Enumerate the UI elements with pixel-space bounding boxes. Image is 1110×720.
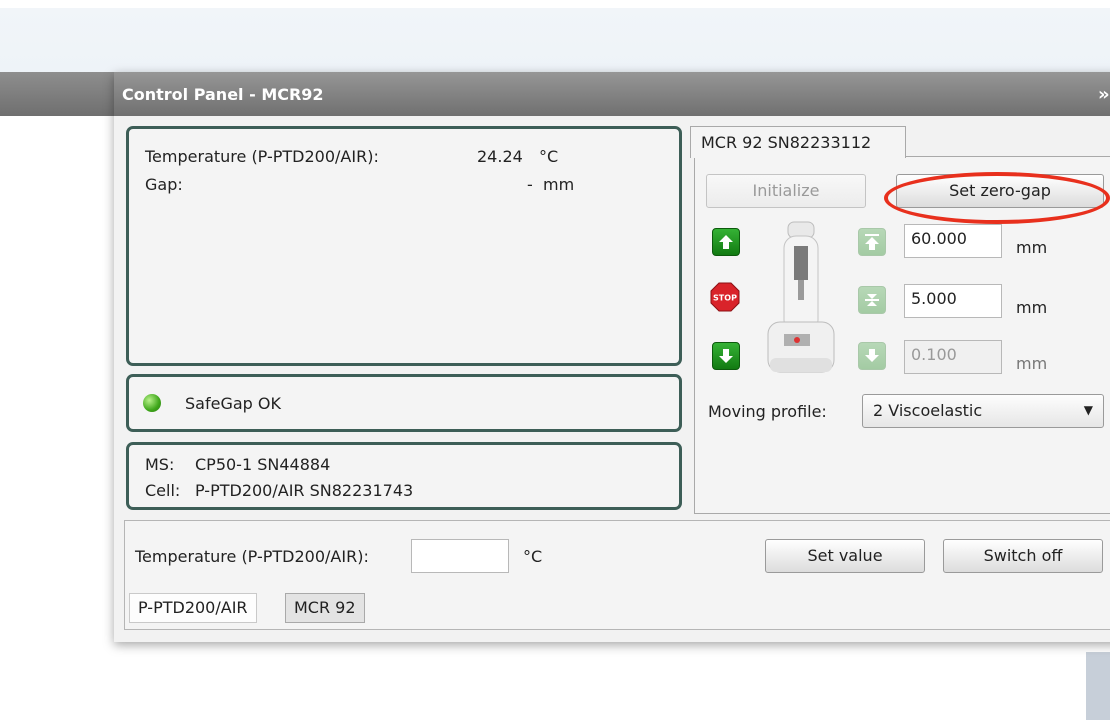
move-to-top-button[interactable] [858, 228, 886, 256]
background-scroll-edge [1086, 652, 1110, 720]
svg-text:STOP: STOP [713, 294, 737, 303]
top-position-unit: mm [1016, 238, 1048, 257]
measuring-system-panel: MS: CP50-1 SN44884 Cell: P-PTD200/AIR SN… [126, 442, 682, 510]
tab-mcr-92[interactable]: MCR 92 [285, 593, 365, 623]
rheometer-device-illustration [767, 221, 835, 373]
safegap-panel: SafeGap OK [126, 374, 682, 432]
moving-profile-select[interactable]: 2 Viscoelastic ▼ [862, 394, 1104, 428]
window-title: Control Panel - MCR92 [122, 85, 324, 104]
stop-icon: STOP [710, 282, 740, 312]
gap-label: Gap: [145, 175, 183, 194]
measuring-gap-input[interactable]: 5.000 [904, 284, 1002, 318]
moving-profile-value: 2 Viscoelastic [873, 401, 983, 420]
background-header-band [0, 8, 1110, 72]
cell-label: Cell: [145, 481, 181, 500]
step-distance-unit: mm [1016, 354, 1048, 373]
gap-value: - [527, 175, 533, 194]
temperature-setpoint-unit: °C [523, 547, 543, 566]
bottom-temperature-label: Temperature (P-PTD200/AIR): [135, 547, 369, 566]
expand-chevron-icon[interactable]: » [1098, 84, 1110, 105]
tab-p-ptd200-air[interactable]: P-PTD200/AIR [129, 593, 257, 623]
temperature-value: 24.24 [477, 147, 523, 166]
temperature-setpoint-input[interactable] [411, 539, 509, 573]
move-to-measuring-gap-icon [865, 294, 879, 306]
moving-profile-label: Moving profile: [708, 402, 827, 421]
initialize-button[interactable]: Initialize [706, 174, 866, 208]
set-value-button[interactable]: Set value [765, 539, 925, 573]
background-window-strip [0, 72, 116, 116]
ms-label: MS: [145, 455, 175, 474]
step-distance-input: 0.100 [904, 340, 1002, 374]
safegap-status-led-icon [143, 394, 161, 412]
move-up-button[interactable] [712, 228, 740, 256]
measuring-gap-unit: mm [1016, 298, 1048, 317]
move-to-measuring-gap-button[interactable] [858, 286, 886, 314]
arrow-down-icon [719, 349, 733, 363]
window-titlebar[interactable]: Control Panel - MCR92 » [114, 72, 1110, 116]
chevron-down-icon: ▼ [1083, 403, 1093, 417]
tab-device-label: MCR 92 SN82233112 [701, 133, 872, 152]
cell-value: P-PTD200/AIR SN82231743 [195, 481, 414, 500]
move-down-button[interactable] [712, 342, 740, 370]
top-position-input[interactable]: 60.000 [904, 224, 1002, 258]
control-panel-window: Control Panel - MCR92 » Temperature (P-P… [114, 72, 1110, 642]
set-zero-gap-button[interactable]: Set zero-gap [896, 174, 1104, 208]
safegap-label: SafeGap OK [185, 394, 281, 413]
move-to-top-icon [865, 234, 879, 250]
temperature-label: Temperature (P-PTD200/AIR): [145, 147, 379, 166]
stop-button[interactable]: STOP [710, 282, 740, 312]
move-down-step-icon [865, 349, 879, 362]
temperature-unit: °C [539, 147, 559, 166]
status-panel: Temperature (P-PTD200/AIR): 24.24 °C Gap… [126, 126, 682, 366]
temperature-control-bar: Temperature (P-PTD200/AIR): °C Set value… [124, 520, 1110, 630]
gap-unit: mm [543, 175, 575, 194]
switch-off-button[interactable]: Switch off [943, 539, 1103, 573]
ms-value: CP50-1 SN44884 [195, 455, 331, 474]
arrow-up-icon [719, 235, 733, 249]
move-down-step-button [858, 342, 886, 370]
tab-device[interactable]: MCR 92 SN82233112 [690, 126, 906, 158]
